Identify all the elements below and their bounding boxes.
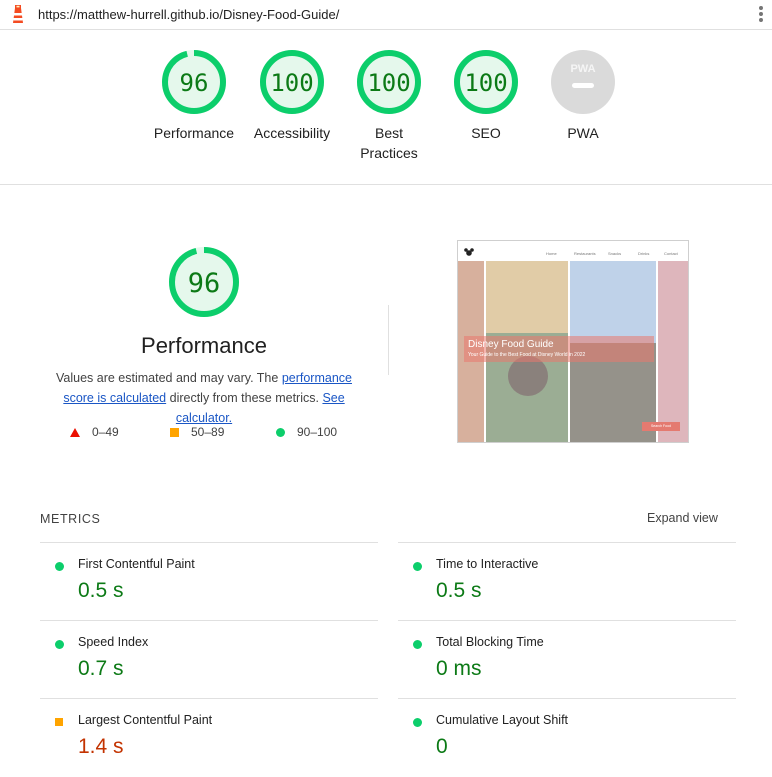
metric-name: Speed Index: [78, 635, 149, 649]
performance-score: 96: [188, 268, 221, 299]
metric-cumulative-layout-shift[interactable]: Cumulative Layout Shift 0: [398, 698, 736, 777]
screenshot-title: Disney Food Guide: [468, 339, 554, 350]
metric-name: Largest Contentful Paint: [78, 713, 213, 727]
final-screenshot[interactable]: Home Restaurants Snacks Drinks Contact D…: [457, 240, 689, 443]
gauge-pwa[interactable]: PWA PWA: [533, 49, 633, 143]
legend-fail: 0–49: [70, 425, 119, 439]
pass-circle-icon: [413, 718, 422, 727]
gauge-seo-label: SEO: [471, 125, 501, 141]
description-text-1: Values are estimated and may vary. The: [56, 371, 282, 385]
more-options-icon[interactable]: [758, 6, 764, 24]
metric-value: 0.7 s: [78, 657, 124, 680]
expand-view-toggle[interactable]: Expand view: [647, 511, 718, 525]
gauge-performance-ring: 96: [162, 50, 226, 114]
screenshot-nav-item: Restaurants: [574, 251, 596, 256]
legend-fail-range: 0–49: [92, 425, 119, 439]
metric-first-contentful-paint[interactable]: First Contentful Paint 0.5 s: [40, 542, 378, 621]
gauge-accessibility-ring: 100: [260, 50, 324, 114]
description-text-2: directly from these metrics.: [166, 391, 323, 405]
triangle-icon: [70, 428, 80, 438]
average-square-icon: [55, 718, 63, 726]
circle-icon: [276, 428, 285, 438]
pass-circle-icon: [413, 562, 422, 571]
gauge-pwa-label: PWA: [567, 125, 599, 141]
legend-average-range: 50–89: [191, 425, 225, 439]
screenshot-nav-item: Contact: [664, 251, 678, 256]
performance-title: Performance: [141, 333, 267, 358]
legend-pass: 90–100: [276, 425, 337, 439]
lighthouse-logo-icon: [13, 5, 23, 23]
square-icon: [170, 428, 179, 438]
performance-score-gauge: 96: [169, 247, 239, 317]
performance-description: Values are estimated and may vary. The p…: [40, 368, 368, 428]
metric-time-to-interactive[interactable]: Time to Interactive 0.5 s: [398, 542, 736, 621]
screenshot-nav: Home Restaurants Snacks Drinks Contact: [458, 241, 688, 261]
report-url[interactable]: https://matthew-hurrell.github.io/Disney…: [38, 7, 339, 22]
screenshot-nav-item: Home: [546, 251, 557, 256]
metric-largest-contentful-paint[interactable]: Largest Contentful Paint 1.4 s: [40, 698, 378, 777]
metric-total-blocking-time[interactable]: Total Blocking Time 0 ms: [398, 620, 736, 699]
metric-speed-index[interactable]: Speed Index 0.7 s: [40, 620, 378, 699]
gauge-accessibility[interactable]: 100 Accessibility: [242, 49, 342, 143]
screenshot-search-button: Search Food: [642, 422, 680, 431]
section-divider: [388, 305, 389, 375]
metric-value: 0.5 s: [78, 579, 124, 602]
gauge-performance[interactable]: 96 Performance: [144, 49, 244, 143]
legend-average: 50–89: [170, 425, 224, 439]
metric-name: Time to Interactive: [436, 557, 539, 571]
gauge-best-practices-ring: 100: [357, 50, 421, 114]
gauge-best-practices-label: Best Practices: [360, 125, 418, 161]
gauge-seo[interactable]: 100 SEO: [436, 49, 536, 143]
category-gauges: 96 Performance 100 Accessibility 100 Bes…: [0, 29, 772, 185]
gauge-accessibility-label: Accessibility: [253, 125, 331, 141]
report-header: https://matthew-hurrell.github.io/Disney…: [0, 0, 772, 30]
metric-name: Cumulative Layout Shift: [436, 713, 569, 727]
metric-name: Total Blocking Time: [436, 635, 544, 649]
pass-circle-icon: [413, 640, 422, 649]
legend-pass-range: 90–100: [297, 425, 338, 439]
gauge-seo-ring: 100: [454, 50, 518, 114]
gauge-accessibility-score: 100: [270, 69, 313, 97]
pass-circle-icon: [55, 640, 64, 649]
gauge-performance-label: Performance: [153, 125, 235, 141]
screenshot-subtitle: Your Guide to the Best Food at Disney Wo…: [468, 352, 586, 358]
metrics-heading: METRICS: [40, 512, 101, 526]
mickey-logo-icon: [464, 248, 474, 256]
metric-value: 0: [436, 735, 448, 758]
gauge-seo-score: 100: [464, 69, 507, 97]
screenshot-nav-item: Snacks: [608, 251, 622, 256]
pass-circle-icon: [55, 562, 64, 571]
metric-value: 1.4 s: [78, 735, 124, 758]
gauge-best-practices-score: 100: [367, 69, 410, 97]
metric-name: First Contentful Paint: [78, 557, 195, 571]
screenshot-nav-item: Drinks: [638, 251, 650, 256]
pwa-badge-icon: PWA: [551, 50, 615, 114]
gauge-performance-score: 96: [180, 69, 209, 97]
pwa-badge-text: PWA: [570, 63, 595, 75]
metric-value: 0 ms: [436, 657, 482, 680]
gauge-best-practices[interactable]: 100 Best Practices: [339, 49, 439, 163]
metric-value: 0.5 s: [436, 579, 482, 602]
